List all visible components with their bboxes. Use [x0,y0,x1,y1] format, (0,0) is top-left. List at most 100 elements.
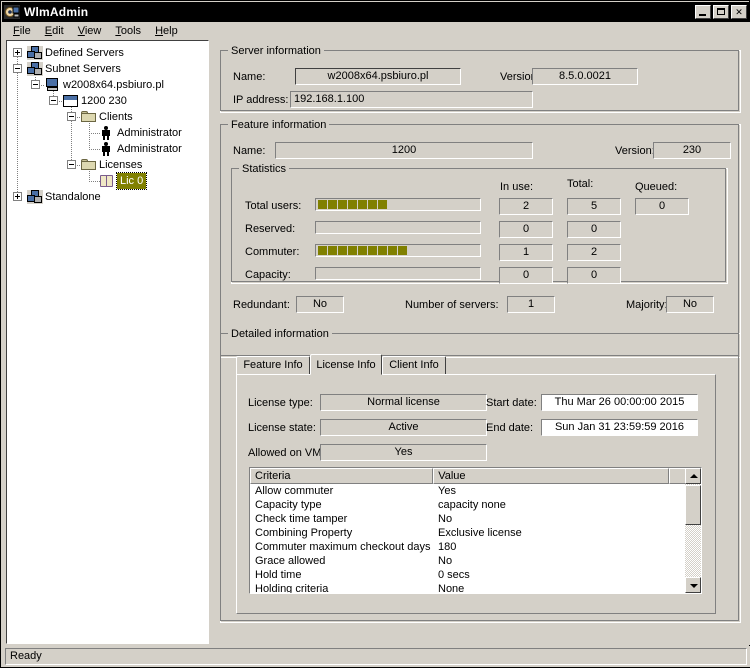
start-date-value: Thu Mar 26 00:00:00 2015 [541,394,698,411]
feature-name-label: Name: [233,145,266,157]
majority-label: Majority: [626,299,668,311]
criteria-cell: Combining Property [255,527,353,539]
table-row[interactable]: Combining Property Exclusive license [250,526,701,540]
close-button[interactable]: ✕ [731,5,747,19]
status-bar: Ready [2,646,750,667]
feature-name-value: 1200 [275,142,533,159]
stat-label: Reserved: [245,223,296,235]
table-row[interactable]: Holding criteria None [250,582,701,593]
scroll-down-button[interactable] [685,577,701,593]
table-row[interactable]: Commuter maximum checkout days 180 [250,540,701,554]
value-cell: None [438,583,465,593]
stat-inuse: 1 [499,244,553,261]
num-servers-value: 1 [507,296,555,313]
statistics-queued-header: Queued: [635,181,678,193]
tree-expander[interactable] [67,112,76,121]
table-row[interactable]: Hold time 0 secs [250,568,701,582]
tab-client-info[interactable]: Client Info [382,356,446,374]
tree-expander[interactable] [13,192,22,201]
tree-node-label: Licenses [99,159,143,171]
value-cell: 180 [438,541,457,553]
tree-node-label: Administrator [117,127,182,139]
server-ip-value: 192.168.1.100 [290,91,533,108]
menu-edit[interactable]: Edit [38,24,71,38]
tree-node-label: 1200 230 [81,95,127,107]
menu-file[interactable]: File [6,24,38,38]
tree-node[interactable]: Subnet Servers [7,61,208,77]
scrollbar-thumb[interactable] [685,485,701,525]
criteria-column-header[interactable]: Criteria [250,468,434,484]
statistics-title: Statistics [239,163,290,175]
table-row[interactable]: Check time tamper No [250,512,701,526]
tree-node[interactable]: Clients [7,109,208,125]
resize-grip[interactable] [734,651,748,665]
end-date-label: End date: [486,422,534,434]
tree-node[interactable]: 1200 230 [7,93,208,109]
scroll-up-button[interactable] [685,468,701,484]
person-icon [99,142,113,156]
servers-icon [27,46,43,60]
feature-version-value: 230 [653,142,731,159]
tree-node[interactable]: Lic 0 [7,172,208,190]
server-tree[interactable]: Defined Servers Subnet Servers w2008x64.ps… [7,41,208,209]
folder-icon [81,159,97,171]
table-row[interactable]: Allow commuter Yes [250,484,701,498]
license-state-label: License state: [248,422,316,434]
stat-bar [315,198,481,211]
tree-node[interactable]: Standalone [7,189,208,205]
license-type-value: Normal license [320,394,487,411]
tree-node[interactable]: Licenses [7,157,208,173]
tree-node-label: Lic 0 [115,172,148,190]
detail-tabstrip: Feature Info License Info Client Info [236,354,716,375]
tree-node[interactable]: Administrator [7,141,208,157]
tree-expander[interactable] [13,64,22,73]
arrow-up-icon [690,474,698,478]
allowed-vm-label: Allowed on VM: [248,447,325,459]
window-title: WlmAdmin [24,5,89,19]
menu-tools[interactable]: Tools [108,24,148,38]
license-type-label: License type: [248,397,313,409]
tree-expander[interactable] [13,48,22,57]
criteria-table-body: Allow commuter Yes Capacity type capacity n… [250,484,701,593]
stat-label: Capacity: [245,269,291,281]
value-column-header[interactable]: Value [433,468,670,484]
table-row[interactable]: Capacity type capacity none [250,498,701,512]
maximize-button[interactable] [713,5,729,19]
table-row[interactable]: Grace allowed No [250,554,701,568]
criteria-cell: Allow commuter [255,485,334,497]
redundant-value: No [296,296,344,313]
license-icon [99,175,115,188]
tree-expander[interactable] [49,96,58,105]
application-window: WlmAdmin ✕ File Edit View Tools Help Def… [0,0,750,668]
criteria-table-header: Criteria Value [250,468,701,484]
stat-total: 5 [567,198,621,215]
criteria-scrollbar[interactable] [685,468,701,593]
criteria-table[interactable]: Criteria Value Allow commuter Yes Capacity… [249,467,702,594]
tree-node-label: Clients [99,111,133,123]
feature-version-label: Version: [615,145,655,157]
minimize-button[interactable] [695,5,711,19]
details-pane: Server information Name: w2008x64.psbiur… [215,40,746,644]
servers-icon [27,190,43,204]
stat-total: 0 [567,221,621,238]
tree-expander[interactable] [31,80,40,89]
criteria-cell: Commuter maximum checkout days [255,541,431,553]
stat-inuse: 2 [499,198,553,215]
tab-license-info[interactable]: License Info [310,354,382,375]
server-tree-panel[interactable]: Defined Servers Subnet Servers w2008x64.ps… [6,40,209,644]
menu-help[interactable]: Help [148,24,185,38]
feature-information-title: Feature information [228,119,330,131]
tree-node[interactable]: Defined Servers [7,45,208,61]
criteria-cell: Capacity type [255,499,322,511]
menu-view[interactable]: View [71,24,109,38]
tab-feature-info[interactable]: Feature Info [236,356,310,374]
arrow-down-icon [690,584,698,588]
value-cell: No [438,513,453,525]
tree-node-label: Standalone [45,191,101,203]
tree-expander[interactable] [67,160,76,169]
criteria-cell: Check time tamper [255,513,348,525]
tree-node[interactable]: Administrator [7,125,208,141]
server-ip-label: IP address: [233,94,289,106]
stat-total: 2 [567,244,621,261]
tree-node[interactable]: w2008x64.psbiuro.pl [7,77,208,93]
